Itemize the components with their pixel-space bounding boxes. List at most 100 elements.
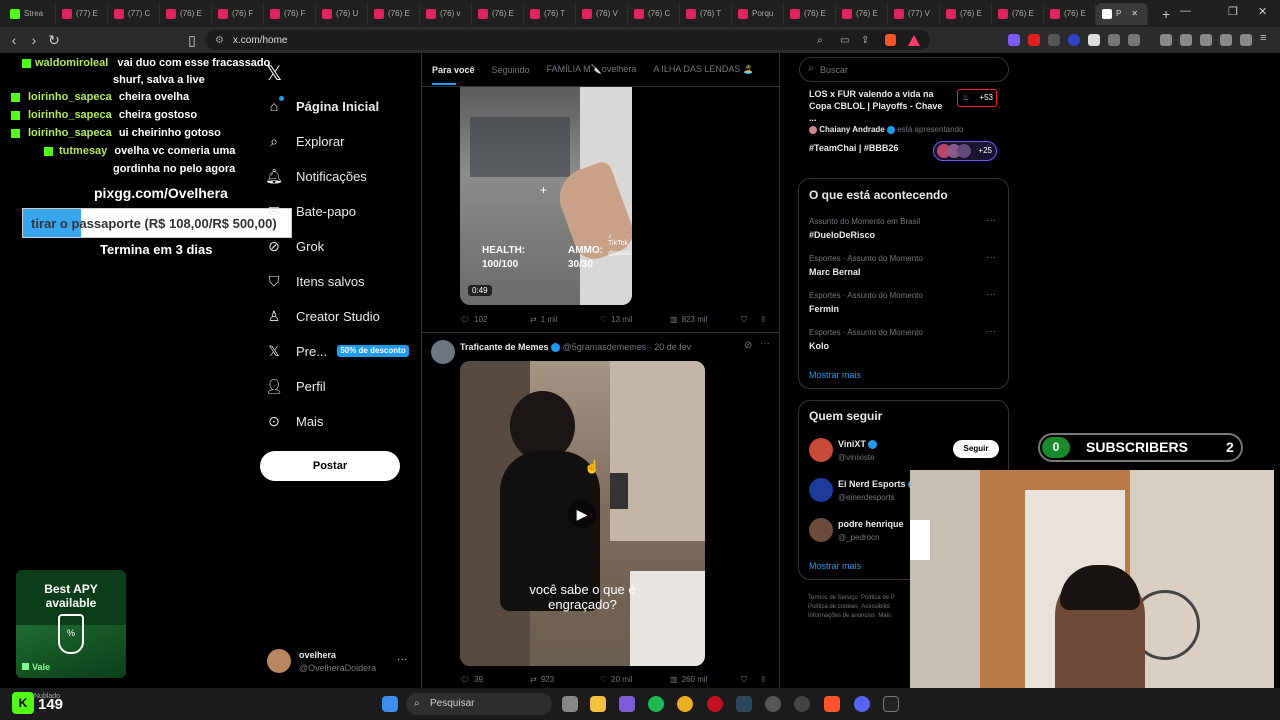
bookmark-icon[interactable]: ▯ [182,32,202,49]
views-action[interactable]: ▥ 823 mil [670,315,707,324]
taskbar-search[interactable]: ⌕ Pesquisar [406,693,552,715]
extension-icon[interactable] [1008,34,1020,46]
reply-action[interactable]: 💬︎ 39 [460,675,483,684]
forward-icon[interactable]: › [24,32,44,48]
nav-notifications[interactable]: 🔔︎ Notificações [265,168,367,184]
user-avatar[interactable] [809,478,833,502]
trends-show-more[interactable]: Mostrar mais [809,370,861,380]
follow-show-more[interactable]: Mostrar mais [809,561,861,571]
extension-icon[interactable] [1048,34,1060,46]
browser-tab[interactable]: (76) F [264,2,316,25]
post-author[interactable]: Traficante de Memes [460,342,549,352]
nav-creator-studio[interactable]: ♙ Creator Studio [266,308,380,324]
post-handle[interactable]: @5gramasdememes [563,342,647,352]
share-action[interactable]: ⇪ [760,675,767,684]
bookmark-action[interactable]: ⛉ [741,315,747,325]
user-avatar[interactable] [809,518,833,542]
trend-item[interactable]: Esportes · Assunto do Momento Kolo [809,328,923,351]
nav-grok[interactable]: ⊘ Grok [266,238,324,254]
browser-tab[interactable]: (76) T [524,2,576,25]
brave-rewards-icon[interactable] [908,34,920,46]
wallet-icon[interactable] [1200,34,1212,46]
browser-tab[interactable]: (76) C [628,2,680,25]
repost-action[interactable]: ⇄ 923 [530,675,554,684]
post-date[interactable]: · 20 de fev [649,342,692,352]
account-avatar[interactable] [267,649,291,673]
share-icon[interactable]: ⇪ [861,35,869,46]
trend-more-icon[interactable]: ··· [986,252,996,263]
windows-start-icon[interactable] [382,696,398,712]
x-logo-icon[interactable]: 𝕏 [266,61,282,86]
nav-bookmarks[interactable]: ⛉ Itens salvos [266,273,365,289]
browser-tab-active[interactable]: P ✕ [1096,2,1148,25]
browser-tab[interactable]: (76) E [992,2,1044,25]
browser-tab[interactable]: (76) E [784,2,836,25]
back-icon[interactable]: ‹ [4,32,24,48]
cast-icon[interactable]: ▭ [840,35,849,46]
repost-action[interactable]: ⇄ 1 mil [530,315,558,324]
play-icon[interactable]: ▶ [568,500,596,528]
puzzle-icon[interactable] [1108,34,1120,46]
nav-explore[interactable]: ⌕ Explorar [266,133,344,149]
trend-item[interactable]: Esportes · Assunto do Momento Marc Bernal [809,254,923,277]
task-view-icon[interactable] [562,696,578,712]
live-space-title[interactable]: LOS x FUR valendo a vida na Copa CBLOL |… [809,88,949,124]
nav-chat[interactable]: ✉ Bate-papo [266,203,356,219]
share-action[interactable]: ⇪ [760,315,767,324]
browser-tab[interactable]: (76) V [576,2,628,25]
post-avatar[interactable] [431,340,455,364]
obs-icon[interactable] [765,696,781,712]
zoom-icon[interactable]: ⌕ [817,35,823,46]
app-icon[interactable] [794,696,810,712]
trend-item[interactable]: Assunto do Momento em Brasil #DueloDeRisc… [809,217,920,240]
extension-icon[interactable] [1028,34,1040,46]
nav-premium[interactable]: 𝕏 Pre... [266,343,327,359]
post2-video[interactable]: ▶ você sabe o que é engraçado? [460,361,705,666]
close-window-icon[interactable]: ✕ [1258,5,1267,18]
extension-icon[interactable] [1088,34,1100,46]
tab-list-familia[interactable]: FAMÍLIA M🔪ovelhera [547,64,637,75]
close-tab-icon[interactable]: ✕ [1131,9,1138,18]
screenshot-icon[interactable] [1128,34,1140,46]
nav-profile[interactable]: 👤︎ Perfil [265,378,326,394]
browser-tab[interactable]: Porqu [732,2,784,25]
opera-icon[interactable] [707,696,723,712]
tab-for-you[interactable]: Para você [432,65,475,75]
views-action[interactable]: ▥ 260 mil [670,675,707,684]
leo-icon[interactable] [1220,34,1232,46]
trend-more-icon[interactable]: ··· [986,215,996,226]
post-button[interactable]: Postar [260,451,400,481]
file-explorer-icon[interactable] [590,696,606,712]
browser-tab[interactable]: (76) E [160,2,212,25]
trend-more-icon[interactable]: ··· [986,326,996,337]
extension-icon[interactable] [1068,34,1080,46]
brave-shield-icon[interactable] [885,34,896,46]
browser-tab[interactable]: (76) T [680,2,732,25]
tab-following[interactable]: Seguindo [492,65,530,75]
trend-more-icon[interactable]: ··· [986,289,996,300]
new-tab-icon[interactable]: + [1162,6,1170,22]
vpn-icon[interactable] [1240,34,1252,46]
user-avatar[interactable] [809,438,833,462]
browser-tab[interactable]: (76) E [368,2,420,25]
steam-icon[interactable] [736,696,752,712]
app-icon[interactable] [619,696,635,712]
tab-list-ilha[interactable]: A ILHA DAS LENDAS 🏝️ [653,64,754,75]
media-icon[interactable] [1160,34,1172,46]
browser-tab[interactable]: (76) F [212,2,264,25]
minimize-icon[interactable]: — [1180,5,1191,17]
browser-tab[interactable]: (77) C [108,2,160,25]
grok-action-icon[interactable]: ⊘ [744,340,752,351]
menu-icon[interactable]: ≡ [1260,32,1272,44]
live-space-title[interactable]: #TeamChai | #BBB26 [809,143,898,153]
live-listeners-badge[interactable]: +25 [933,141,997,161]
brave-icon[interactable] [824,696,840,712]
bookmark-action[interactable]: ⛉ [741,675,747,685]
account-name[interactable]: ovelhera [299,650,336,660]
url-field[interactable]: ⚙ x.com/home ⌕ ▭ ⇪ [205,30,930,50]
discord-icon[interactable] [854,696,870,712]
browser-tab[interactable]: Strea [4,2,56,25]
sidebar-icon[interactable] [1180,34,1192,46]
reply-action[interactable]: 💬︎ 102 [460,315,488,324]
browser-tab[interactable]: (76) v [420,2,472,25]
